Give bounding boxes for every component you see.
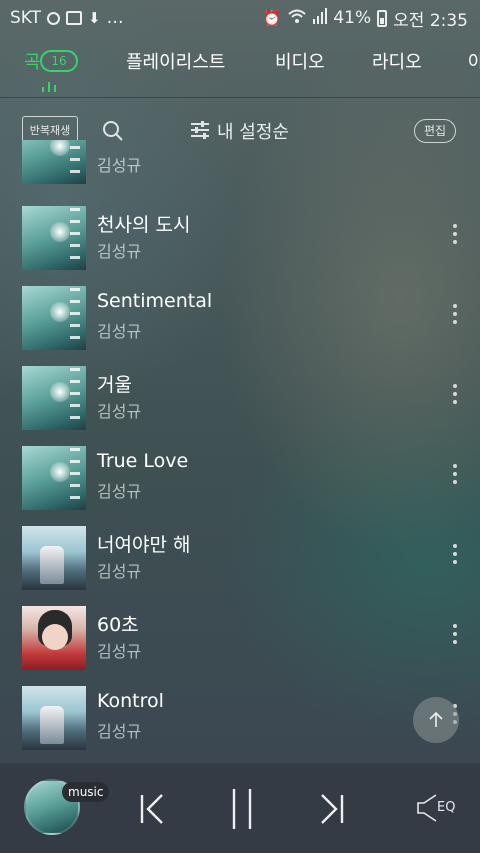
wifi-icon [287, 8, 307, 29]
alarm-icon: ⏰ [262, 9, 282, 27]
album-art [22, 606, 86, 670]
album-art [22, 366, 86, 430]
list-item[interactable]: Sentimental 김성규 [0, 286, 480, 366]
download-icon: ⬇ [88, 9, 101, 27]
song-artist: 김성규 [97, 562, 142, 581]
song-artist: 김성규 [97, 156, 142, 175]
pause-icon[interactable] [230, 787, 254, 835]
arrow-up-icon [429, 711, 443, 727]
previous-track-icon[interactable] [138, 793, 168, 829]
song-count-badge: 16 [40, 50, 78, 72]
song-artist: 김성규 [97, 642, 142, 661]
carrier-label: SKT [10, 8, 42, 28]
more-options-icon[interactable] [448, 624, 462, 648]
more-options-icon[interactable] [448, 464, 462, 488]
list-item[interactable]: 너여야만 해 김성규 [0, 526, 480, 606]
record-icon [47, 11, 61, 25]
song-artist: 김성규 [97, 402, 142, 421]
speaker-icon[interactable] [416, 793, 438, 827]
mini-player: music EQ [0, 763, 480, 853]
tab-songs[interactable]: 곡 [24, 48, 41, 74]
album-art [22, 286, 86, 350]
song-title: 천사의 도시 [97, 214, 191, 236]
album-art [22, 686, 86, 750]
song-artist: 김성규 [97, 722, 142, 741]
album-art [22, 140, 86, 184]
category-tabs: 곡 16 플레이리스트 비디오 라디오 아 [0, 40, 480, 98]
tab-playlists[interactable]: 플레이리스트 [126, 48, 225, 74]
list-item[interactable]: 거울 김성규 [0, 366, 480, 446]
song-title: True Love [97, 450, 189, 472]
song-artist: 김성규 [97, 482, 142, 501]
next-track-icon[interactable] [316, 793, 346, 829]
song-artist: 김성규 [97, 322, 142, 341]
song-title: 너여야만 해 [97, 534, 191, 556]
status-bar: SKT ⬇ … ⏰ 41% 오전 2:35 [0, 0, 480, 36]
list-item[interactable]: 60초 김성규 [0, 606, 480, 686]
list-item[interactable]: True Love 김성규 [0, 446, 480, 526]
list-item[interactable]: Kontrol 김성규 [0, 686, 480, 750]
song-title: Kontrol [97, 690, 164, 712]
signal-icon [313, 7, 328, 29]
album-art [22, 446, 86, 510]
more-options-icon[interactable] [448, 384, 462, 408]
more-options-icon[interactable] [448, 140, 462, 144]
more-options-icon[interactable] [448, 304, 462, 328]
song-title: 60초 [97, 614, 139, 636]
tab-radio[interactable]: 라디오 [372, 48, 422, 74]
gallery-icon [66, 11, 83, 25]
battery-icon [377, 9, 388, 27]
more-notifications-icon: … [106, 8, 124, 28]
more-options-icon[interactable] [448, 544, 462, 568]
music-badge: music [62, 782, 110, 802]
tab-more[interactable]: 아 [468, 48, 480, 74]
scroll-to-top-button[interactable] [413, 697, 459, 743]
song-list: 김성규 천사의 도시 김성규 Sentimental 김성규 거울 김성규 Tr… [0, 140, 480, 750]
tab-videos[interactable]: 비디오 [275, 48, 325, 74]
song-title: Sentimental [97, 290, 213, 312]
more-options-icon[interactable] [448, 224, 462, 248]
now-playing-indicator-icon [42, 82, 56, 92]
song-artist: 김성규 [97, 242, 142, 261]
eq-button[interactable]: EQ [437, 800, 455, 815]
album-art [22, 526, 86, 590]
list-item[interactable]: 김성규 [0, 140, 480, 200]
battery-percent: 41% [333, 8, 372, 28]
album-art [22, 206, 86, 270]
list-item[interactable]: 천사의 도시 김성규 [0, 206, 480, 286]
clock: 오전 2:35 [393, 10, 468, 31]
song-title: 거울 [97, 374, 132, 396]
